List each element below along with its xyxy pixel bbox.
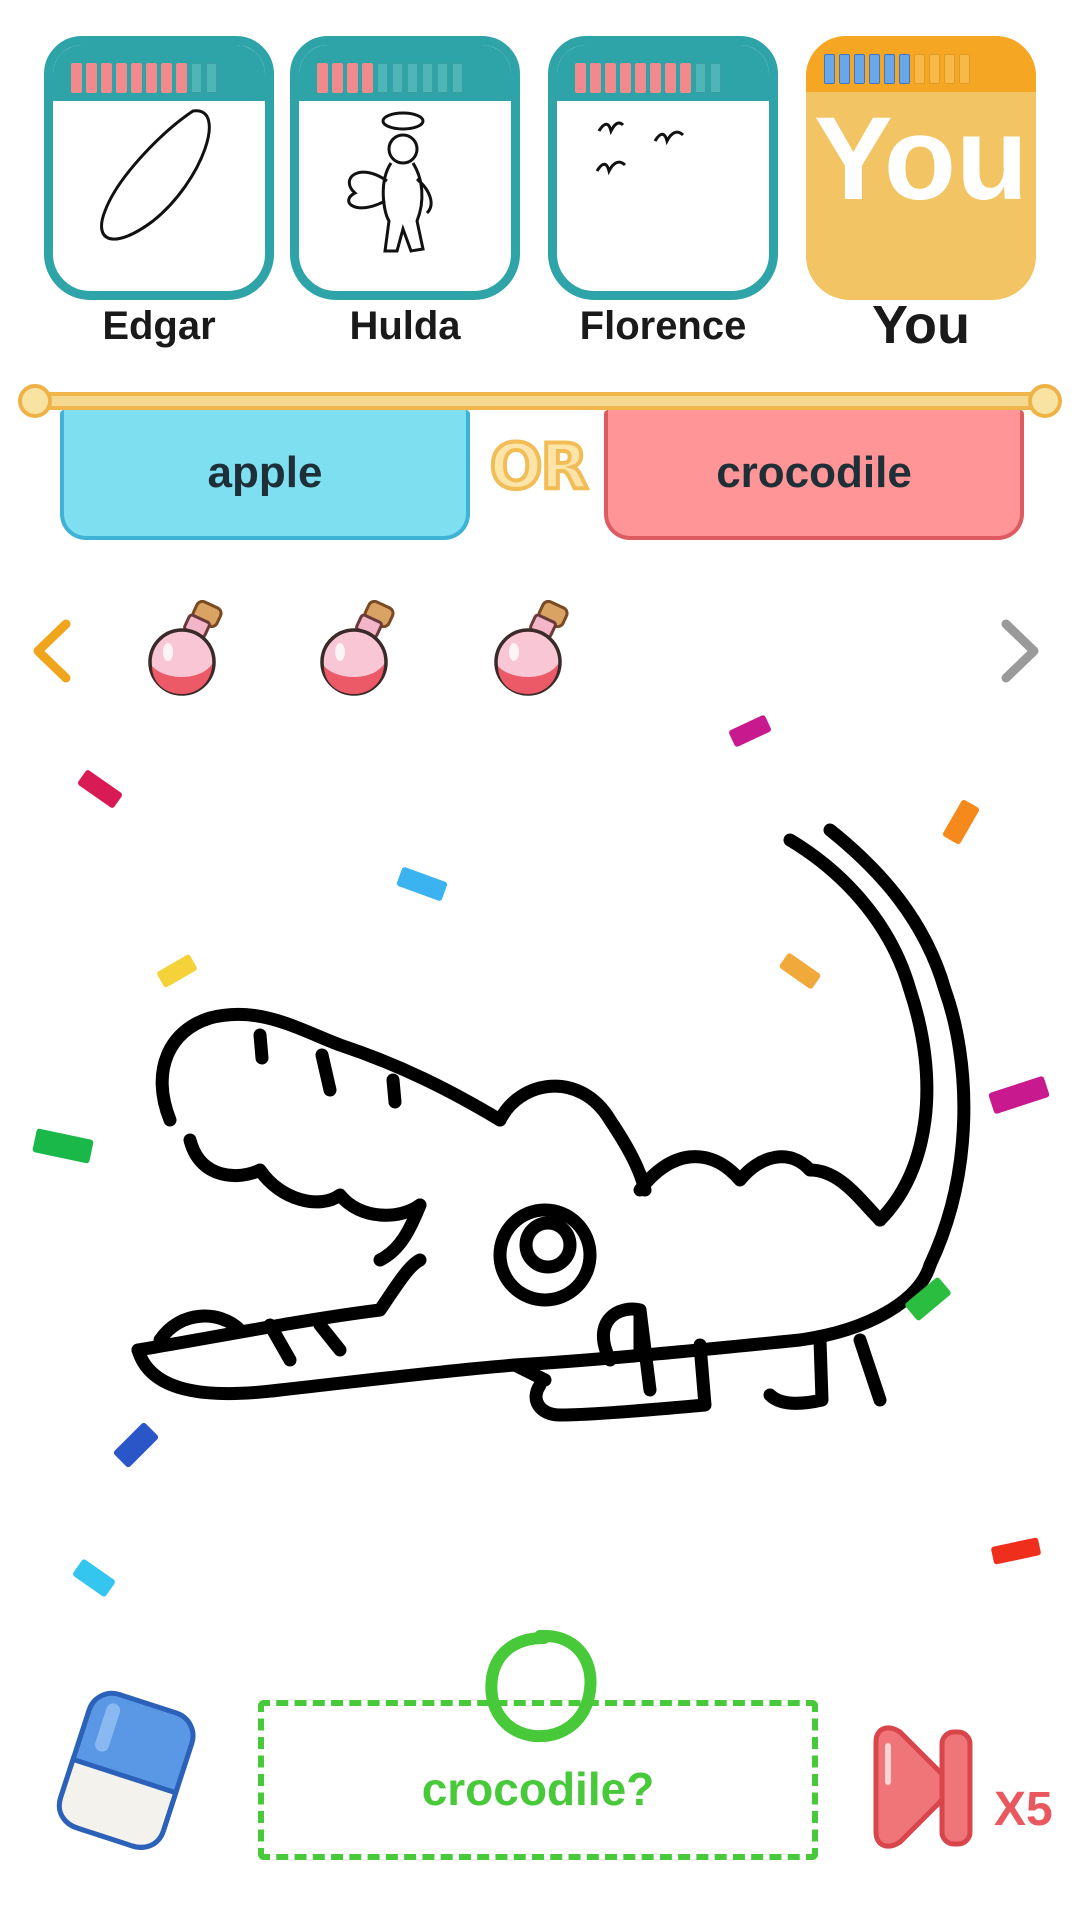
progress-tick-empty bbox=[710, 63, 721, 93]
potion-icon[interactable] bbox=[314, 600, 410, 700]
progress-tick-filled bbox=[176, 63, 187, 93]
progress-tick-empty bbox=[914, 54, 925, 84]
choice-right-button[interactable]: crocodile bbox=[604, 410, 1024, 540]
potion-icon[interactable] bbox=[142, 600, 238, 700]
progress-bar bbox=[557, 45, 769, 101]
drawing-canvas[interactable] bbox=[0, 700, 1080, 1600]
progress-tick-filled bbox=[575, 63, 586, 93]
player-name: Florence bbox=[579, 304, 747, 348]
progress-bar bbox=[53, 45, 265, 101]
banner-rod bbox=[22, 392, 1058, 410]
player-card[interactable] bbox=[548, 36, 778, 300]
progress-tick-empty bbox=[407, 63, 418, 93]
progress-tick-filled bbox=[347, 63, 358, 93]
chevron-right-icon[interactable] bbox=[996, 618, 1042, 684]
progress-tick-filled bbox=[680, 63, 691, 93]
player-name: You bbox=[872, 295, 970, 355]
progress-tick-filled bbox=[605, 63, 616, 93]
progress-tick-empty bbox=[944, 54, 955, 84]
progress-tick-filled bbox=[116, 63, 127, 93]
player-you[interactable]: You You bbox=[806, 36, 1036, 356]
progress-tick-filled bbox=[146, 63, 157, 93]
progress-tick-filled bbox=[620, 63, 631, 93]
progress-tick-empty bbox=[437, 63, 448, 93]
progress-ticks bbox=[71, 63, 217, 93]
player-card[interactable] bbox=[290, 36, 520, 300]
birds-sketch-icon bbox=[595, 121, 685, 176]
player-florence[interactable]: Florence bbox=[548, 36, 778, 356]
self-card-label: You bbox=[813, 93, 1029, 225]
crocodile-sketch-icon bbox=[131, 823, 971, 1422]
player-card-self[interactable]: You bbox=[806, 36, 1036, 300]
progress-bar bbox=[299, 45, 511, 101]
progress-tick-filled bbox=[635, 63, 646, 93]
progress-tick-filled bbox=[332, 63, 343, 93]
progress-tick-empty bbox=[377, 63, 388, 93]
chevron-left-icon[interactable] bbox=[30, 618, 76, 684]
progress-tick-filled bbox=[650, 63, 661, 93]
player-edgar[interactable]: Edgar bbox=[44, 36, 274, 356]
progress-tick-empty bbox=[452, 63, 463, 93]
progress-tick-filled bbox=[86, 63, 97, 93]
player-name: Hulda bbox=[349, 304, 461, 348]
progress-tick-filled bbox=[899, 54, 910, 84]
progress-tick-filled bbox=[161, 63, 172, 93]
progress-tick-filled bbox=[590, 63, 601, 93]
rod-knob-left bbox=[18, 384, 52, 418]
progress-tick-filled bbox=[665, 63, 676, 93]
progress-tick-filled bbox=[884, 54, 895, 84]
progress-tick-empty bbox=[206, 63, 217, 93]
players-row: Edgar Hulda Florence You You bbox=[0, 36, 1080, 356]
progress-tick-empty bbox=[422, 63, 433, 93]
progress-ticks bbox=[575, 63, 721, 93]
progress-tick-empty bbox=[959, 54, 970, 84]
progress-tick-filled bbox=[854, 54, 865, 84]
progress-tick-empty bbox=[695, 63, 706, 93]
angel-sketch-icon bbox=[347, 111, 433, 253]
player-hulda[interactable]: Hulda bbox=[290, 36, 520, 356]
or-separator: OR bbox=[488, 428, 590, 505]
skip-icon[interactable] bbox=[862, 1722, 982, 1852]
oval-sketch-icon bbox=[100, 109, 211, 241]
potion-icon[interactable] bbox=[488, 600, 584, 700]
progress-tick-empty bbox=[929, 54, 940, 84]
rod-knob-right bbox=[1028, 384, 1062, 418]
circle-icon bbox=[485, 1629, 597, 1743]
progress-bar bbox=[806, 36, 1036, 92]
choice-left-button[interactable]: apple bbox=[60, 410, 470, 540]
guess-text: crocodile? bbox=[421, 1763, 655, 1815]
skip-count: X5 bbox=[994, 1783, 1053, 1836]
player-card[interactable] bbox=[44, 36, 274, 300]
progress-tick-filled bbox=[824, 54, 835, 84]
progress-ticks bbox=[824, 54, 970, 84]
progress-tick-empty bbox=[392, 63, 403, 93]
progress-tick-filled bbox=[869, 54, 880, 84]
progress-tick-empty bbox=[191, 63, 202, 93]
progress-tick-filled bbox=[131, 63, 142, 93]
progress-tick-filled bbox=[71, 63, 82, 93]
progress-tick-filled bbox=[362, 63, 373, 93]
progress-tick-filled bbox=[101, 63, 112, 93]
progress-tick-filled bbox=[317, 63, 328, 93]
eraser-icon[interactable] bbox=[50, 1686, 200, 1856]
player-name: Edgar bbox=[102, 304, 216, 348]
progress-tick-filled bbox=[839, 54, 850, 84]
progress-ticks bbox=[317, 63, 463, 93]
